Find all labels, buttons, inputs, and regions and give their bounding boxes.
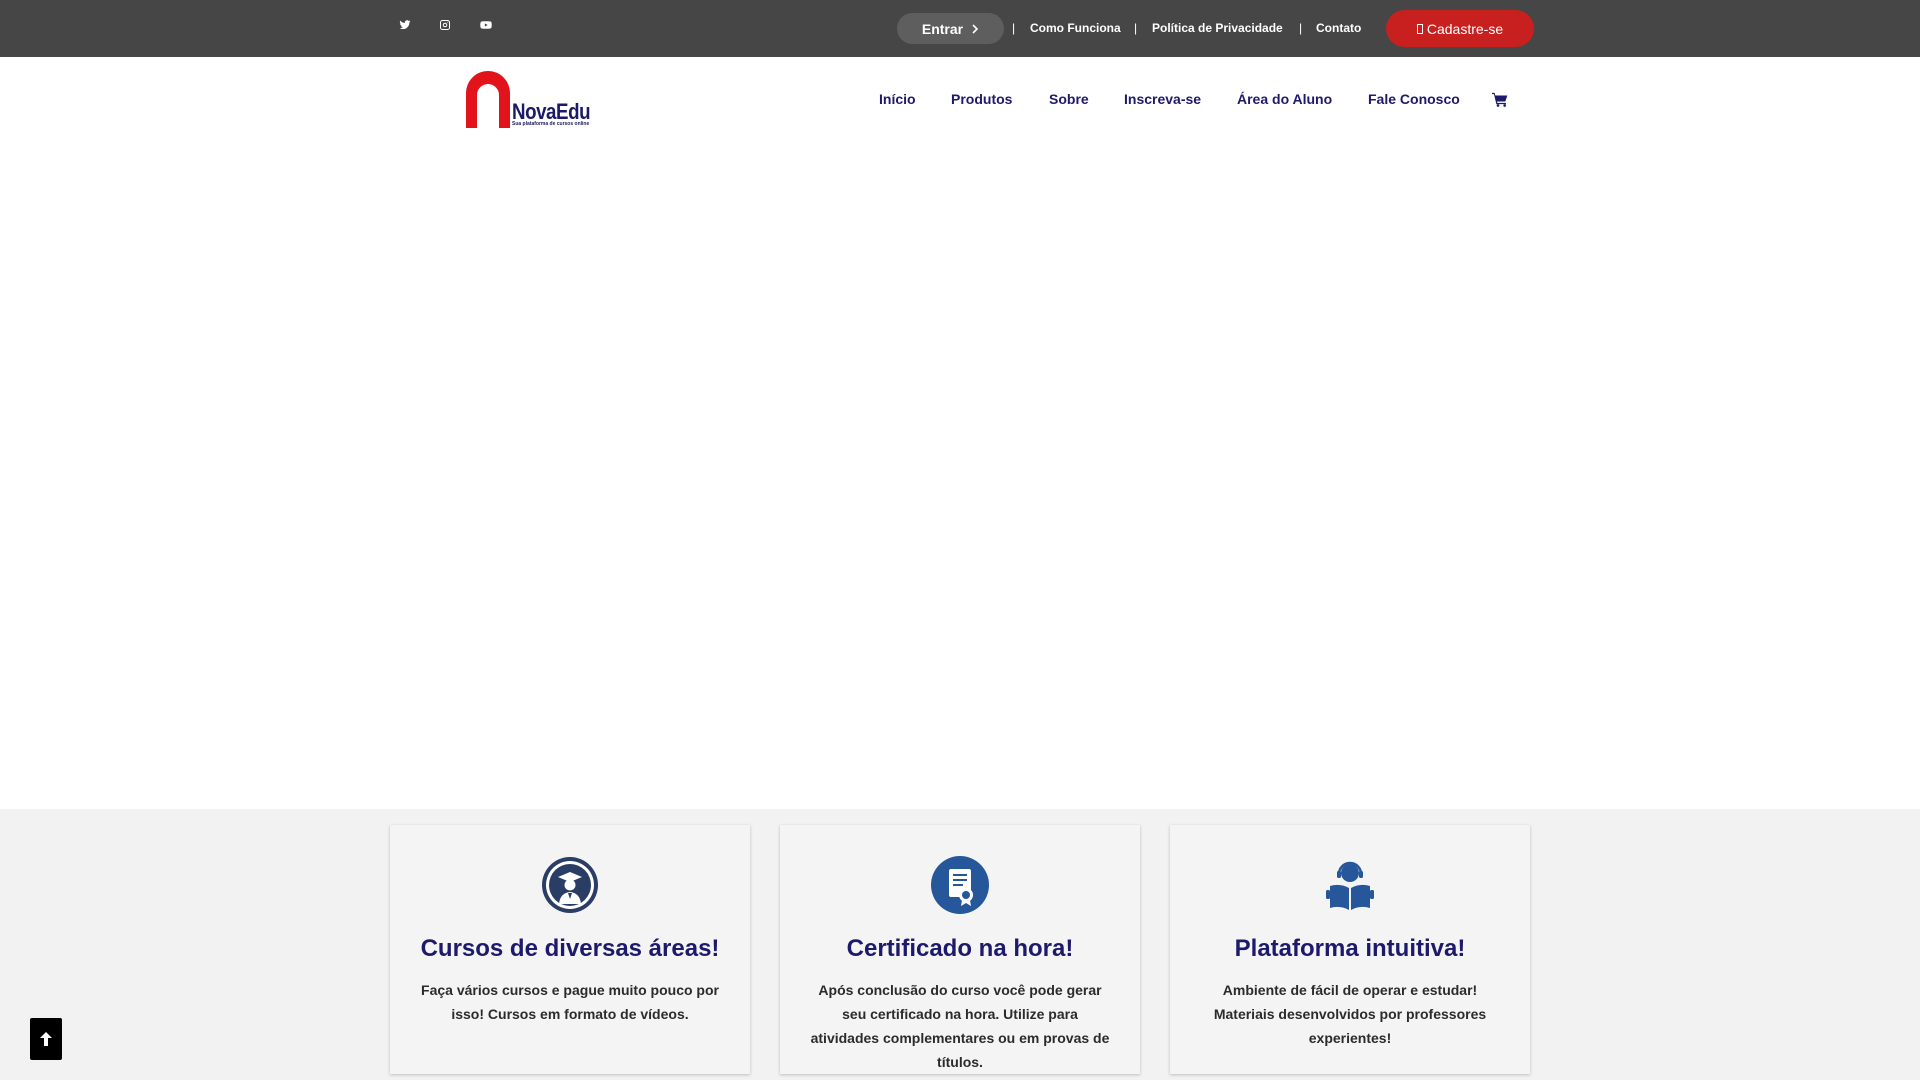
signup-button[interactable]: Cadastre-se [1386, 10, 1534, 47]
logo-tagline: Sua plataforma de cursos online [512, 121, 590, 127]
feature-card: Plataforma intuitiva! Ambiente de fácil … [1170, 825, 1530, 1074]
cart-icon[interactable] [1492, 92, 1508, 107]
separator: | [1299, 21, 1303, 35]
scroll-to-top-button[interactable] [30, 1018, 62, 1060]
nav-inscreva-se[interactable]: Inscreva-se [1124, 91, 1201, 107]
separator: | [1012, 21, 1016, 35]
login-label: Entrar [921, 20, 964, 37]
support-reading-icon [1326, 861, 1374, 910]
feature-text: Após conclusão do curso você pode gerar … [810, 982, 1110, 1070]
youtube-icon[interactable] [478, 17, 494, 33]
feature-title: Cursos de diversas áreas! [420, 935, 720, 962]
feature-card: Cursos de diversas áreas! Faça vários cu… [390, 825, 750, 1074]
nav-fale-conosco[interactable]: Fale Conosco [1368, 91, 1460, 107]
nav-produtos[interactable]: Produtos [951, 91, 1012, 107]
site-logo[interactable]: NovaEdu Sua plataforma de cursos online [464, 71, 600, 131]
chevron-right-icon [972, 23, 979, 34]
graduate-icon [542, 857, 598, 913]
nav-area-do-aluno[interactable]: Área do Aluno [1237, 91, 1332, 107]
twitter-icon[interactable] [397, 17, 413, 33]
feature-text: Faça vários cursos e pague muito pouco p… [421, 982, 719, 1022]
instagram-icon[interactable] [437, 17, 453, 33]
separator: | [1134, 21, 1138, 35]
link-politica-privacidade[interactable]: Política de Privacidade [1152, 21, 1283, 35]
arrow-up-icon [40, 1032, 52, 1046]
link-como-funciona[interactable]: Como Funciona [1030, 21, 1121, 35]
nav-sobre[interactable]: Sobre [1049, 91, 1089, 107]
link-contato[interactable]: Contato [1316, 21, 1361, 35]
feature-text: Ambiente de fácil de operar e estudar! M… [1213, 982, 1487, 1046]
logo-arch-icon [466, 71, 510, 128]
login-button[interactable]: Entrar [897, 13, 1004, 44]
nav-inicio[interactable]: Início [879, 91, 916, 107]
feature-title: Certificado na hora! [846, 935, 1074, 962]
feature-title: Plataforma intuitiva! [1234, 935, 1466, 962]
certificate-icon [931, 856, 989, 914]
signup-label: Cadastre-se [1426, 20, 1504, 37]
user-plus-icon [1416, 23, 1423, 34]
top-bar: Entrar | Como Funciona | Política de Pri… [0, 0, 1920, 57]
feature-card: Certificado na hora! Após conclusão do c… [780, 825, 1140, 1074]
